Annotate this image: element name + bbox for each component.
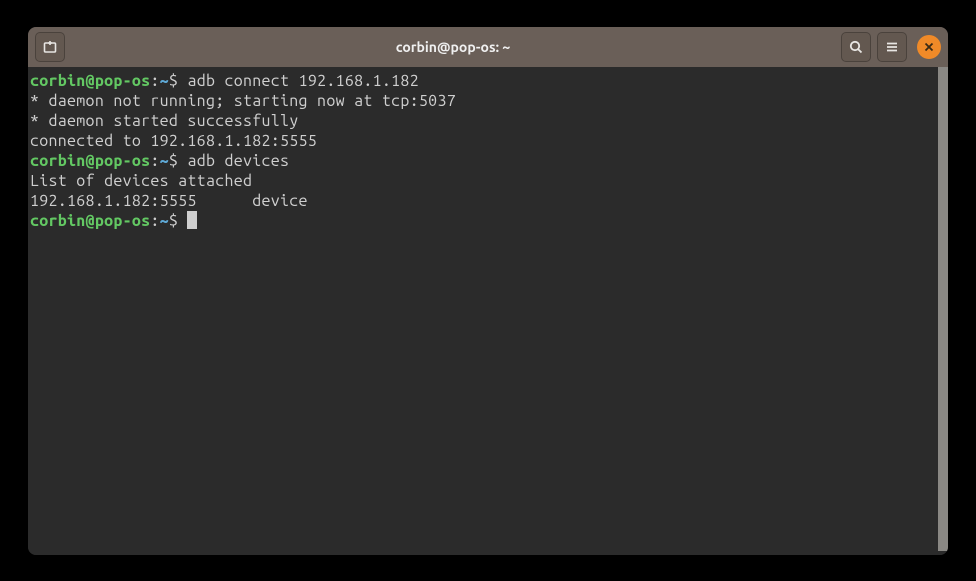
command-text: adb devices [178, 152, 289, 170]
scrollbar[interactable] [938, 67, 948, 551]
titlebar: corbin@pop-os: ~ [28, 27, 948, 67]
terminal-line: corbin@pop-os:~$ adb connect 192.168.1.1… [30, 71, 936, 91]
terminal-line: * daemon not running; starting now at tc… [30, 91, 936, 111]
close-icon [924, 42, 934, 52]
prompt-separator: : [150, 72, 159, 90]
terminal-line: * daemon started successfully [30, 111, 936, 131]
command-text: adb connect 192.168.1.182 [178, 72, 419, 90]
command-text [178, 212, 187, 230]
prompt-path: ~ [160, 72, 169, 90]
window-title: corbin@pop-os: ~ [71, 39, 835, 55]
prompt-user: corbin@pop-os [30, 152, 150, 170]
terminal-line: List of devices attached [30, 171, 936, 191]
terminal-window: corbin@pop-os: ~ corbin@pop-os:~$ adb co… [28, 27, 948, 555]
terminal-area[interactable]: corbin@pop-os:~$ adb connect 192.168.1.1… [28, 67, 948, 555]
prompt-symbol: $ [169, 72, 178, 90]
prompt-separator: : [150, 212, 159, 230]
prompt-path: ~ [160, 152, 169, 170]
prompt-user: corbin@pop-os [30, 72, 150, 90]
prompt-separator: : [150, 152, 159, 170]
prompt-user: corbin@pop-os [30, 212, 150, 230]
terminal-content[interactable]: corbin@pop-os:~$ adb connect 192.168.1.1… [28, 67, 938, 555]
search-icon [848, 39, 864, 55]
terminal-line: 192.168.1.182:5555 device [30, 191, 936, 211]
search-button[interactable] [841, 32, 871, 62]
terminal-line: corbin@pop-os:~$ [30, 211, 936, 231]
new-tab-button[interactable] [35, 32, 65, 62]
prompt-path: ~ [160, 212, 169, 230]
cursor [187, 211, 197, 229]
prompt-symbol: $ [169, 152, 178, 170]
terminal-line: corbin@pop-os:~$ adb devices [30, 151, 936, 171]
hamburger-icon [884, 39, 900, 55]
terminal-line: connected to 192.168.1.182:5555 [30, 131, 936, 151]
close-button[interactable] [917, 35, 941, 59]
prompt-symbol: $ [169, 212, 178, 230]
new-tab-icon [42, 39, 58, 55]
menu-button[interactable] [877, 32, 907, 62]
